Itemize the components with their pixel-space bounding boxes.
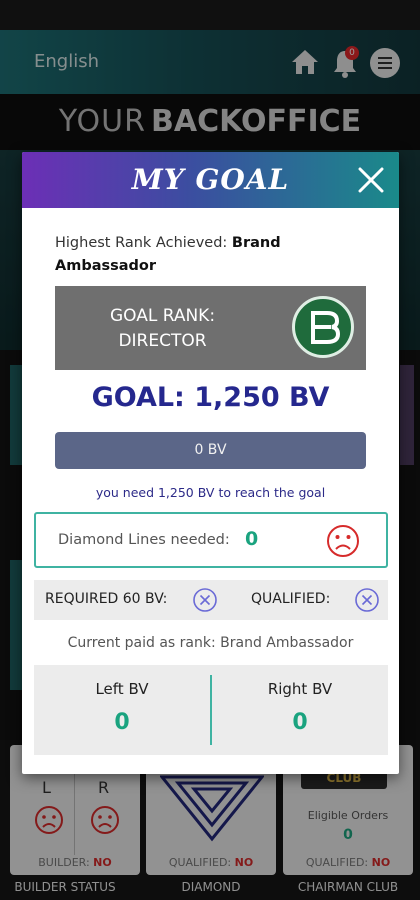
- sad-face-icon: [326, 524, 360, 562]
- diamond-lines-value: 0: [245, 528, 259, 550]
- required-bv-label: REQUIRED 60 BV:: [45, 591, 168, 607]
- goal-rank-text: GOAL RANK: DIRECTOR: [109, 306, 216, 351]
- left-bv-value: 0: [114, 710, 130, 735]
- goal-rank-card: GOAL RANK: DIRECTOR: [55, 286, 366, 370]
- highest-rank-label: Highest Rank Achieved:: [55, 235, 228, 251]
- bv-progress-bar: 0 BV: [55, 432, 366, 469]
- not-met-icon: [354, 587, 380, 617]
- goal-bv: GOAL: 1,250 BV: [91, 382, 330, 413]
- right-bv-column: Right BV 0: [212, 680, 388, 735]
- requirements-row: REQUIRED 60 BV: QUALIFIED:: [34, 580, 388, 620]
- not-met-icon: [192, 587, 218, 617]
- progress-text: 0 BV: [194, 442, 227, 458]
- bv-needed-text: you need 1,250 BV to reach the goal: [95, 485, 326, 500]
- diamond-lines-label: Diamond Lines needed:: [58, 532, 230, 548]
- modal-header: MY GOAL: [22, 152, 399, 208]
- current-paid-rank: Current paid as rank: Brand Ambassador: [67, 635, 354, 651]
- right-bv-value: 0: [292, 710, 308, 735]
- highest-rank: Highest Rank Achieved: Brand Ambassador: [55, 232, 355, 278]
- left-bv-label: Left BV: [95, 680, 149, 698]
- diamond-lines-box: Diamond Lines needed: 0: [34, 512, 388, 568]
- my-goal-modal: MY GOAL Highest Rank Achieved: Brand Amb…: [22, 152, 399, 774]
- rank-logo-icon: [292, 296, 354, 358]
- close-icon[interactable]: [355, 164, 387, 196]
- left-bv-column: Left BV 0: [34, 680, 210, 735]
- leg-bv-summary: Left BV 0 Right BV 0: [34, 665, 388, 755]
- right-bv-label: Right BV: [267, 680, 333, 698]
- modal-title: MY GOAL: [131, 163, 290, 196]
- qualified-label: QUALIFIED:: [251, 591, 331, 607]
